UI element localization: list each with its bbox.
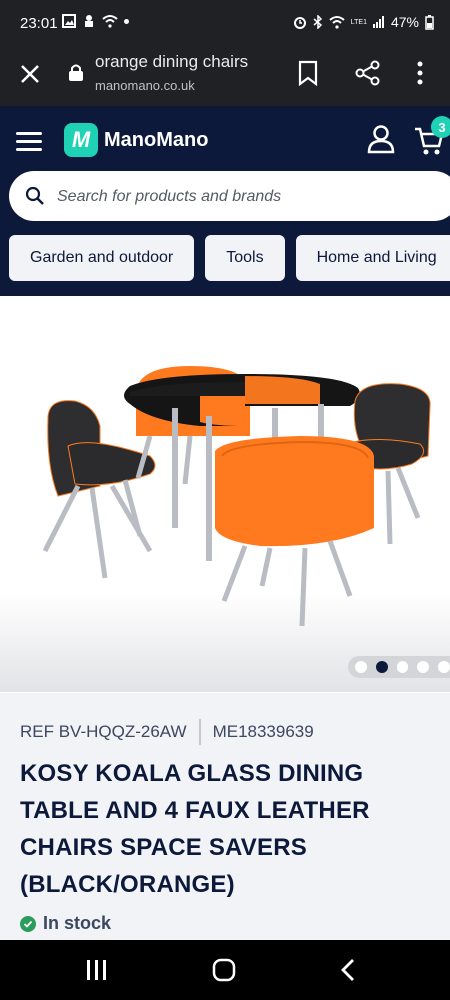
search-icon xyxy=(25,186,44,205)
more-menu-icon[interactable] xyxy=(412,60,428,86)
gallery-dot-2-active[interactable] xyxy=(375,661,388,673)
product-ref: REF BV-HQQZ-26AW xyxy=(20,722,187,741)
product-image-gallery[interactable] xyxy=(0,296,450,692)
site-header: M ManoMano 3 Garden and outdoor Tools Ho… xyxy=(0,106,450,296)
wifi-status-icon xyxy=(102,15,118,28)
gallery-dot-4[interactable] xyxy=(417,661,430,673)
status-time: 23:01 xyxy=(20,15,58,32)
page-title[interactable]: orange dining chairs xyxy=(95,52,248,72)
gallery-dot-5[interactable] xyxy=(438,661,450,673)
gallery-icon xyxy=(62,14,76,28)
close-icon[interactable] xyxy=(18,62,42,86)
cart-count-badge: 3 xyxy=(431,116,450,138)
stock-label: In stock xyxy=(43,913,112,933)
bookmark-icon[interactable] xyxy=(297,60,319,86)
wifi-icon xyxy=(329,16,345,29)
logo-mark: M xyxy=(64,123,98,157)
product-image xyxy=(42,366,431,627)
product-reference-line: REF BV-HQQZ-26AW ME18339639 xyxy=(20,719,314,745)
dot-icon xyxy=(124,18,129,24)
page-domain[interactable]: manomano.co.uk xyxy=(95,78,195,93)
battery-label: 47% xyxy=(390,14,419,30)
system-nav-bar xyxy=(0,940,450,1000)
home-icon[interactable] xyxy=(212,958,236,982)
browser-url-bar: orange dining chairs manomano.co.uk xyxy=(0,48,450,106)
search-bar[interactable] xyxy=(9,171,450,221)
check-icon xyxy=(20,915,36,932)
category-chip-tools[interactable]: Tools xyxy=(205,235,285,281)
category-chip-home[interactable]: Home and Living xyxy=(295,235,450,281)
gallery-dot-1[interactable] xyxy=(355,661,367,673)
status-bar: 23:01 LTE1 47% xyxy=(0,0,450,48)
menu-icon[interactable] xyxy=(16,132,42,152)
logo-text: ManoMano xyxy=(104,128,209,151)
bluetooth-icon xyxy=(313,15,322,29)
stock-status: In stock xyxy=(20,913,111,934)
category-chip-garden[interactable]: Garden and outdoor xyxy=(9,235,195,281)
battery-icon xyxy=(425,14,434,30)
signal-icon xyxy=(372,16,384,28)
divider xyxy=(198,719,201,745)
notification-icon xyxy=(85,15,93,27)
share-icon[interactable] xyxy=(355,60,381,86)
product-info: REF BV-HQQZ-26AW ME18339639 KOSY KOALA G… xyxy=(0,693,450,940)
lock-icon xyxy=(69,64,83,81)
gallery-pagination xyxy=(348,656,450,678)
category-chips: Garden and outdoor Tools Home and Living xyxy=(9,235,450,281)
network-label: LTE1 xyxy=(350,18,367,26)
account-icon[interactable] xyxy=(366,124,396,154)
recent-apps-icon[interactable] xyxy=(86,960,108,980)
search-input[interactable] xyxy=(55,183,419,211)
back-icon[interactable] xyxy=(340,958,356,982)
product-code: ME18339639 xyxy=(212,722,314,741)
site-logo[interactable]: M ManoMano xyxy=(64,123,208,157)
product-title: KOSY KOALA GLASS DINING TABLE AND 4 FAUX… xyxy=(20,760,370,898)
gallery-dot-3[interactable] xyxy=(396,661,409,673)
alarm-icon xyxy=(293,17,306,29)
